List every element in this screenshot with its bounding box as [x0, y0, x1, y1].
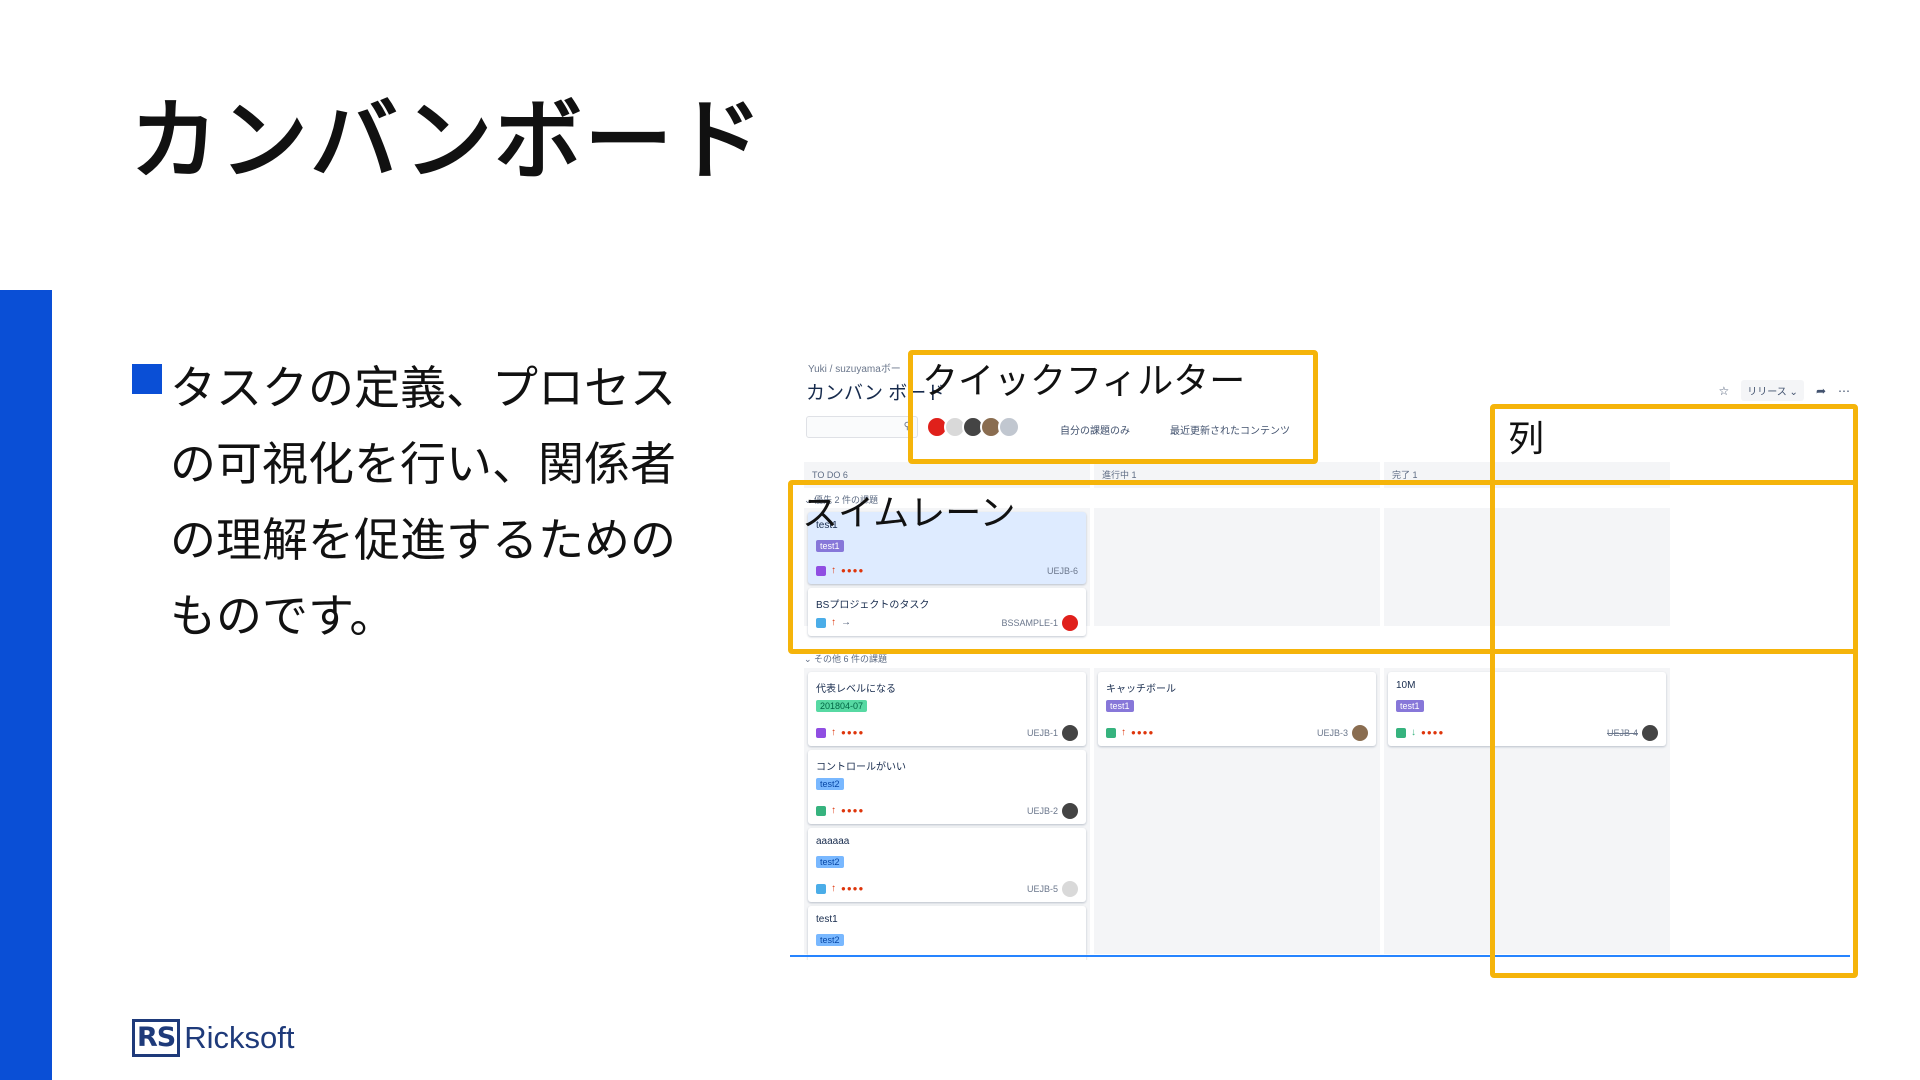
story-type-icon	[1106, 727, 1116, 738]
slide-title: カンバンボード	[130, 89, 765, 192]
issue-card[interactable]: test1 test2	[808, 906, 1086, 960]
accent-sidebar	[0, 290, 52, 1080]
card-label: 201804-07	[816, 700, 868, 712]
column-annotation: 列	[1508, 419, 1545, 460]
user-avatar-icon	[1062, 881, 1078, 897]
share-icon[interactable]: ➦	[1816, 384, 1826, 398]
breadcrumb[interactable]: Yuki / suzuyamaボー	[808, 360, 901, 375]
card-meta: ↑ ●●●●	[816, 805, 864, 816]
priority-up-icon: ↑	[831, 883, 836, 894]
card-meta: ↓ ●●●●	[1396, 727, 1444, 738]
swimlane-annotation: スイムレーン	[802, 493, 1016, 534]
card-label: test2	[816, 856, 844, 868]
quick-filter-annotation: クイックフィルター	[922, 361, 1246, 402]
priority-up-icon: ↑	[831, 727, 836, 738]
issue-card[interactable]: aaaaaa test2 ↑ ●●●● UEJB-5	[808, 828, 1086, 902]
board-toolbar: ☆ リリース ⌄ ➦ ⋯	[1719, 380, 1850, 401]
issue-card[interactable]: コントロールがいい test2 ↑ ●●●● UEJB-2	[808, 750, 1086, 824]
card-title: aaaaaa	[816, 836, 850, 847]
user-avatar-icon	[1352, 725, 1368, 741]
search-input[interactable]: ⚲	[806, 416, 918, 438]
issue-card[interactable]: キャッチボール test1 ↑ ●●●● UEJB-3	[1098, 672, 1376, 746]
logo-brand: Ricksoft	[184, 1020, 295, 1055]
star-icon[interactable]: ☆	[1719, 384, 1730, 398]
estimate-dots-icon: ●●●●	[1131, 728, 1155, 737]
card-label: test2	[816, 934, 844, 946]
estimate-dots-icon: ●●●●	[841, 728, 865, 737]
issue-key: UEJB-5	[1026, 884, 1058, 894]
ricksoft-logo: RS Ricksoft	[132, 1018, 295, 1058]
card-title: 代表レベルになる	[816, 684, 896, 695]
estimate-dots-icon: ●●●●	[1421, 728, 1445, 737]
card-meta: ↑ ●●●●	[816, 883, 864, 894]
priority-down-icon: ↓	[1411, 727, 1416, 738]
issue-card[interactable]: 代表レベルになる 201804-07 ↑ ●●●● UEJB-1	[808, 672, 1086, 746]
priority-up-icon: ↑	[1121, 727, 1126, 738]
card-meta: ↑ ●●●●	[816, 727, 864, 738]
card-title: コントロールがいい	[816, 762, 906, 773]
task-type-icon	[816, 883, 826, 894]
issue-key: UEJB-3	[1316, 728, 1348, 738]
story-type-icon	[816, 805, 826, 816]
bullet-point: タスクの定義、プロセスの可視化を行い、関係者の理解を促進するためのものです。	[132, 350, 712, 654]
epic-type-icon	[816, 727, 826, 738]
issue-key: UEJB-1	[1026, 728, 1058, 738]
card-title: test1	[816, 914, 838, 925]
bullet-text: タスクの定義、プロセスの可視化を行い、関係者の理解を促進するためのものです。	[170, 361, 676, 643]
estimate-dots-icon: ●●●●	[841, 806, 865, 815]
logo-mark: RS	[132, 1019, 181, 1057]
bullet-square-icon	[132, 364, 162, 394]
release-button[interactable]: リリース ⌄	[1741, 380, 1804, 401]
card-label: test2	[816, 778, 844, 790]
story-type-icon	[1396, 727, 1406, 738]
user-avatar-icon	[1062, 803, 1078, 819]
issue-key: UEJB-2	[1026, 806, 1058, 816]
card-meta: ↑ ●●●●	[1106, 727, 1154, 738]
more-icon[interactable]: ⋯	[1838, 384, 1850, 398]
user-avatar-icon	[1062, 725, 1078, 741]
card-label: test1	[1396, 700, 1424, 712]
priority-up-icon: ↑	[831, 805, 836, 816]
card-title: キャッチボール	[1106, 684, 1176, 695]
card-title: 10M	[1396, 680, 1416, 691]
estimate-dots-icon: ●●●●	[841, 884, 865, 893]
card-label: test1	[1106, 700, 1134, 712]
